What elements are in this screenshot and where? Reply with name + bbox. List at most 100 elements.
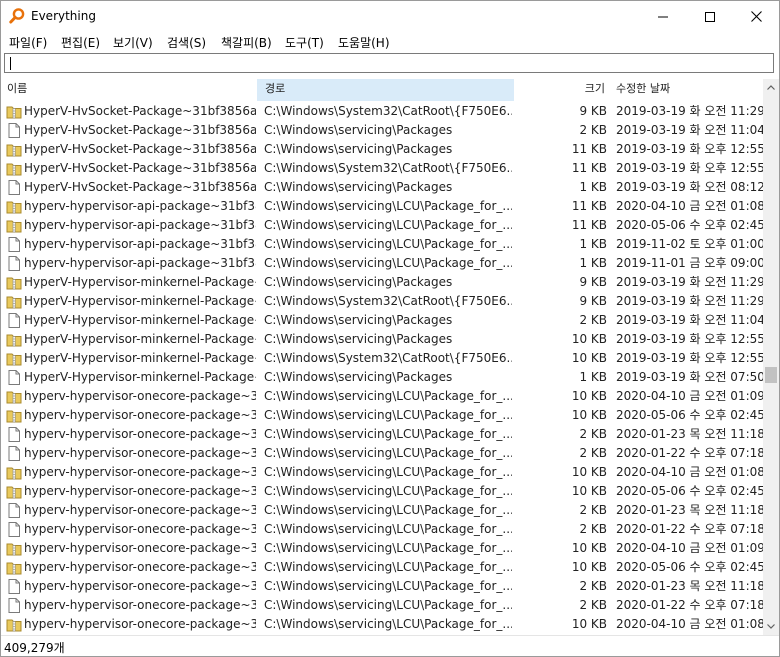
- file-icon: [6, 236, 22, 253]
- result-row[interactable]: hyperv-hypervisor-onecore-package~31b...…: [1, 444, 763, 463]
- file-path: C:\Windows\servicing\LCU\Package_for_...: [264, 617, 512, 631]
- file-icon: [6, 179, 22, 196]
- zip-folder-icon: [6, 274, 22, 291]
- result-row[interactable]: HyperV-Hypervisor-minkernel-Package~... C…: [1, 330, 763, 349]
- file-icon: [6, 502, 22, 519]
- result-row[interactable]: hyperv-hypervisor-onecore-package~31b...…: [1, 501, 763, 520]
- result-row[interactable]: hyperv-hypervisor-api-package~31bf385...…: [1, 216, 763, 235]
- file-path: C:\Windows\System32\CatRoot\{F750E6...: [264, 294, 512, 308]
- column-header-size[interactable]: 크기: [514, 79, 610, 101]
- result-row[interactable]: HyperV-HvSocket-Package~31bf3856ad... C:\…: [1, 102, 763, 121]
- minimize-button[interactable]: [640, 1, 686, 32]
- file-size: 10 KB: [571, 560, 607, 574]
- file-size: 2 KB: [579, 446, 607, 460]
- result-row[interactable]: hyperv-hypervisor-onecore-package~31b...…: [1, 596, 763, 615]
- title-bar[interactable]: Everything: [1, 1, 779, 32]
- scroll-thumb[interactable]: [765, 367, 777, 383]
- result-row[interactable]: hyperv-hypervisor-onecore-package~31b...…: [1, 577, 763, 596]
- file-size: 2 KB: [579, 427, 607, 441]
- result-row[interactable]: hyperv-hypervisor-api-package~31bf385...…: [1, 197, 763, 216]
- result-row[interactable]: hyperv-hypervisor-onecore-package~31b...…: [1, 615, 763, 634]
- column-header-date[interactable]: 수정한 날짜: [610, 79, 763, 101]
- result-row[interactable]: HyperV-Hypervisor-minkernel-Package~... C…: [1, 349, 763, 368]
- menu-view[interactable]: 보기(V): [111, 34, 155, 51]
- magnifier-app-icon: [9, 8, 25, 24]
- modified-date: 2020-01-23 목 오전 11:18: [616, 579, 763, 593]
- search-box[interactable]: [4, 53, 774, 73]
- scroll-up-button[interactable]: [763, 79, 779, 96]
- chevron-down-icon: [767, 624, 775, 629]
- file-icon: [6, 597, 22, 614]
- file-name: hyperv-hypervisor-onecore-package~31b...: [24, 427, 256, 441]
- file-size: 10 KB: [571, 465, 607, 479]
- modified-date: 2019-03-19 화 오후 12:55: [616, 142, 763, 156]
- menu-search[interactable]: 검색(S): [165, 34, 208, 51]
- result-row[interactable]: HyperV-HvSocket-Package~31bf3856ad... C:\…: [1, 140, 763, 159]
- modified-date: 2020-01-22 수 오후 07:18: [616, 446, 763, 460]
- menu-tools[interactable]: 도구(T): [283, 34, 326, 51]
- file-size: 9 KB: [579, 104, 607, 118]
- file-name: hyperv-hypervisor-onecore-package~31b...: [24, 541, 256, 555]
- file-name: HyperV-HvSocket-Package~31bf3856ad...: [24, 123, 256, 137]
- file-size: 9 KB: [579, 275, 607, 289]
- result-row[interactable]: hyperv-hypervisor-onecore-package~31b...…: [1, 387, 763, 406]
- zip-folder-icon: [6, 483, 22, 500]
- maximize-button[interactable]: [687, 1, 733, 32]
- file-icon: [6, 312, 22, 329]
- result-row[interactable]: hyperv-hypervisor-onecore-package~31b...…: [1, 558, 763, 577]
- file-path: C:\Windows\servicing\LCU\Package_for_...: [264, 427, 512, 441]
- column-header-name[interactable]: 이름: [1, 79, 257, 101]
- file-size: 2 KB: [579, 123, 607, 137]
- menu-help[interactable]: 도움말(H): [336, 34, 392, 51]
- result-row[interactable]: hyperv-hypervisor-onecore-package~31b...…: [1, 539, 763, 558]
- search-input[interactable]: [8, 55, 768, 71]
- result-row[interactable]: HyperV-HvSocket-Package~31bf3856ad... C:\…: [1, 159, 763, 178]
- result-row[interactable]: hyperv-hypervisor-onecore-package~31b...…: [1, 406, 763, 425]
- file-icon: [6, 445, 22, 462]
- file-name: HyperV-HvSocket-Package~31bf3856ad...: [24, 180, 256, 194]
- vertical-scrollbar[interactable]: [763, 79, 779, 635]
- column-header-path[interactable]: 경로: [257, 79, 514, 101]
- menu-file[interactable]: 파일(F): [7, 34, 49, 51]
- menu-edit[interactable]: 편집(E): [59, 34, 102, 51]
- file-path: C:\Windows\servicing\LCU\Package_for_...: [264, 446, 512, 460]
- result-row[interactable]: HyperV-Hypervisor-minkernel-Package~... C…: [1, 273, 763, 292]
- result-row[interactable]: hyperv-hypervisor-onecore-package~31b...…: [1, 482, 763, 501]
- menu-bookmarks[interactable]: 책갈피(B): [219, 34, 274, 51]
- modified-date: 2020-05-06 수 오후 02:45: [616, 218, 763, 232]
- file-path: C:\Windows\servicing\LCU\Package_for_...: [264, 579, 512, 593]
- zip-folder-icon: [6, 217, 22, 234]
- result-row[interactable]: hyperv-hypervisor-onecore-package~31b...…: [1, 425, 763, 444]
- file-path: C:\Windows\servicing\Packages: [264, 123, 453, 137]
- window-title: Everything: [31, 9, 96, 23]
- close-icon: [750, 11, 762, 22]
- result-row[interactable]: HyperV-Hypervisor-minkernel-Package~... C…: [1, 292, 763, 311]
- zip-folder-icon: [6, 464, 22, 481]
- file-path: C:\Windows\servicing\LCU\Package_for_...: [264, 541, 512, 555]
- column-date-label: 수정한 날짜: [616, 82, 671, 95]
- close-button[interactable]: [733, 1, 779, 32]
- column-size-label: 크기: [584, 82, 605, 95]
- result-row[interactable]: HyperV-HvSocket-Package~31bf3856ad... C:\…: [1, 121, 763, 140]
- result-row[interactable]: HyperV-Hypervisor-minkernel-Package~... C…: [1, 311, 763, 330]
- file-path: C:\Windows\servicing\LCU\Package_for_...: [264, 218, 512, 232]
- file-size: 2 KB: [579, 579, 607, 593]
- result-row[interactable]: HyperV-HvSocket-Package~31bf3856ad... C:\…: [1, 178, 763, 197]
- result-row[interactable]: hyperv-hypervisor-onecore-package~31b...…: [1, 463, 763, 482]
- result-row[interactable]: hyperv-hypervisor-api-package~31bf385...…: [1, 235, 763, 254]
- modified-date: 2019-03-19 화 오전 11:04: [616, 313, 763, 327]
- results-list[interactable]: HyperV-HvSocket-Package~31bf3856ad... C:\…: [1, 102, 763, 635]
- result-row[interactable]: hyperv-hypervisor-api-package~31bf385...…: [1, 254, 763, 273]
- zip-folder-icon: [6, 293, 22, 310]
- file-path: C:\Windows\System32\CatRoot\{F750E6...: [264, 161, 512, 175]
- file-size: 1 KB: [579, 237, 607, 251]
- modified-date: 2019-03-19 화 오후 12:55: [616, 161, 763, 175]
- file-path: C:\Windows\servicing\LCU\Package_for_...: [264, 389, 512, 403]
- file-path: C:\Windows\servicing\Packages: [264, 180, 453, 194]
- scroll-down-button[interactable]: [763, 618, 779, 635]
- result-row[interactable]: HyperV-Hypervisor-minkernel-Package~... C…: [1, 368, 763, 387]
- zip-folder-icon: [6, 160, 22, 177]
- file-path: C:\Windows\servicing\LCU\Package_for_...: [264, 522, 512, 536]
- file-name: HyperV-HvSocket-Package~31bf3856ad...: [24, 104, 256, 118]
- result-row[interactable]: hyperv-hypervisor-onecore-package~31b...…: [1, 520, 763, 539]
